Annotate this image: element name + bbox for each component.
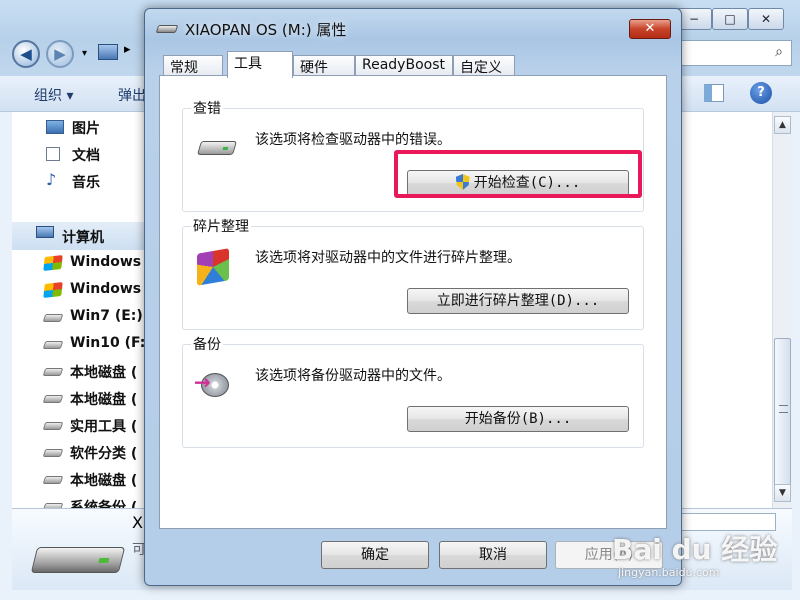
nav-item-label: 本地磁盘 ( — [70, 473, 138, 489]
forward-arrow-icon: ▶ — [54, 45, 66, 63]
drive-icon — [42, 449, 64, 457]
drive-icon — [42, 422, 64, 430]
nav-item-label: 本地磁盘 ( — [70, 392, 138, 408]
nav-item-music[interactable]: ♪ 音乐 — [12, 170, 146, 194]
drive-large-icon — [30, 547, 126, 573]
defragment-now-button[interactable]: 立即进行碎片整理(D)... — [407, 288, 629, 314]
nav-item-drive[interactable]: Win7 (E:) — [12, 306, 146, 330]
backup-group: 备份 该选项将备份驱动器中的文件。 开始备份(B)... — [182, 334, 644, 448]
preview-pane-icon[interactable] — [704, 84, 724, 102]
nav-item-label: 本地磁盘 ( — [70, 365, 138, 381]
tab-hardware[interactable]: 硬件 — [293, 55, 355, 77]
defrag-icon — [195, 248, 235, 286]
nav-item-drive[interactable]: 实用工具 ( — [12, 414, 146, 438]
nav-item-label: Windows — [70, 281, 142, 297]
nav-item-label: 系统备份 ( — [70, 500, 138, 508]
scroll-down-icon[interactable]: ▼ — [774, 484, 791, 502]
music-icon: ♪ — [46, 170, 57, 189]
nav-item-label: 图片 — [72, 121, 100, 137]
back-arrow-icon: ◀ — [20, 45, 32, 63]
nav-item-label: Win10 (F: — [70, 335, 146, 351]
drive-icon — [42, 476, 64, 484]
group-title: 碎片整理 — [191, 216, 251, 236]
content-pane — [680, 112, 772, 508]
nav-item-label: Win7 (E:) — [70, 308, 143, 324]
drive-icon — [42, 368, 64, 376]
nav-item-label: 文档 — [72, 148, 100, 164]
back-button[interactable]: ◀ — [12, 40, 40, 68]
nav-item-drive[interactable]: 本地磁盘 ( — [12, 387, 146, 411]
dialog-titlebar[interactable]: XIAOPAN OS (M:) 属性 ✕ — [145, 9, 681, 49]
watermark-logo: Bai du 经验 — [612, 533, 778, 566]
forward-button[interactable]: ▶ — [46, 40, 74, 68]
group-description: 该选项将检查驱动器中的错误。 — [255, 132, 451, 148]
backup-now-button[interactable]: 开始备份(B)... — [407, 406, 629, 432]
group-description: 该选项将对驱动器中的文件进行碎片整理。 — [255, 250, 521, 266]
drive-icon — [42, 395, 64, 403]
nav-item-drive[interactable]: Win10 (F: — [12, 333, 146, 357]
nav-item-drive[interactable]: 本地磁盘 ( — [12, 360, 146, 384]
nav-item-drive[interactable]: Windows — [12, 279, 146, 303]
scroll-thumb[interactable] — [774, 338, 791, 486]
nav-item-label: 实用工具 ( — [70, 419, 138, 435]
nav-item-label: 软件分类 ( — [70, 446, 138, 462]
highlight-box — [394, 150, 642, 198]
nav-item-label: Windows — [70, 254, 142, 270]
cancel-button[interactable]: 取消 — [439, 541, 547, 569]
nav-item-label: 音乐 — [72, 175, 100, 191]
vertical-scrollbar[interactable]: ▲ ▼ — [772, 112, 792, 508]
backup-icon — [194, 367, 235, 399]
window-close-button[interactable]: ✕ — [748, 8, 784, 30]
properties-dialog: XIAOPAN OS (M:) 属性 ✕ 常规 工具 硬件 ReadyBoost… — [144, 8, 682, 586]
grip-icon — [779, 405, 788, 413]
organize-menu[interactable]: 组织 ▾ — [34, 85, 73, 105]
recent-pages-icon[interactable]: ▾ — [82, 48, 87, 59]
group-description: 该选项将备份驱动器中的文件。 — [255, 368, 451, 384]
close-icon: ✕ — [644, 21, 656, 36]
scroll-up-icon[interactable]: ▲ — [774, 116, 791, 134]
watermark-url: jingyan.baidu.com — [618, 566, 720, 579]
windows-drive-icon — [43, 282, 63, 298]
documents-icon — [46, 147, 60, 161]
group-title: 备份 — [191, 334, 223, 354]
nav-item-label: 计算机 — [62, 230, 104, 246]
nav-item-drive[interactable]: 软件分类 ( — [12, 441, 146, 465]
search-input[interactable]: ⌕ — [680, 40, 792, 66]
computer-icon — [36, 226, 54, 238]
nav-item-pictures[interactable]: 图片 — [12, 116, 146, 140]
tab-customize[interactable]: 自定义 — [453, 55, 515, 77]
nav-item-drive[interactable]: 本地磁盘 ( — [12, 468, 146, 492]
tab-readyboost[interactable]: ReadyBoost — [355, 55, 453, 77]
tab-general[interactable]: 常规 — [163, 55, 223, 77]
computer-icon — [98, 44, 118, 60]
dialog-title: XIAOPAN OS (M:) 属性 — [185, 21, 347, 39]
nav-item-drive[interactable]: 系统备份 ( — [12, 495, 146, 508]
drive-icon — [42, 314, 64, 322]
group-title: 查错 — [191, 98, 223, 118]
ok-button[interactable]: 确定 — [321, 541, 429, 569]
eject-button[interactable]: 弹出 — [118, 85, 146, 105]
help-icon[interactable]: ? — [750, 82, 772, 104]
pictures-icon — [46, 120, 64, 134]
drive-icon — [42, 341, 64, 349]
drive-icon — [155, 25, 179, 33]
nav-item-computer[interactable]: 计算机 — [12, 222, 146, 250]
breadcrumb-arrow-icon[interactable]: ▸ — [124, 42, 131, 57]
defragment-group: 碎片整理 该选项将对驱动器中的文件进行碎片整理。 立即进行碎片整理(D)... — [182, 216, 644, 330]
dialog-close-button[interactable]: ✕ — [629, 19, 671, 39]
search-icon: ⌕ — [775, 44, 783, 60]
tools-tab-panel: 查错 该选项将检查驱动器中的错误。 开始检查(C)... 碎片整理 该选项将对驱… — [159, 75, 667, 529]
nav-item-documents[interactable]: 文档 — [12, 143, 146, 167]
windows-drive-icon — [43, 255, 63, 271]
tab-tools[interactable]: 工具 — [227, 51, 293, 78]
nav-item-drive[interactable]: Windows — [12, 252, 146, 276]
drive-icon — [195, 131, 238, 163]
navigation-pane: 图片 文档 ♪ 音乐 计算机 Windows Windows Win7 (E:) … — [12, 112, 146, 508]
maximize-button[interactable]: □ — [712, 8, 748, 30]
